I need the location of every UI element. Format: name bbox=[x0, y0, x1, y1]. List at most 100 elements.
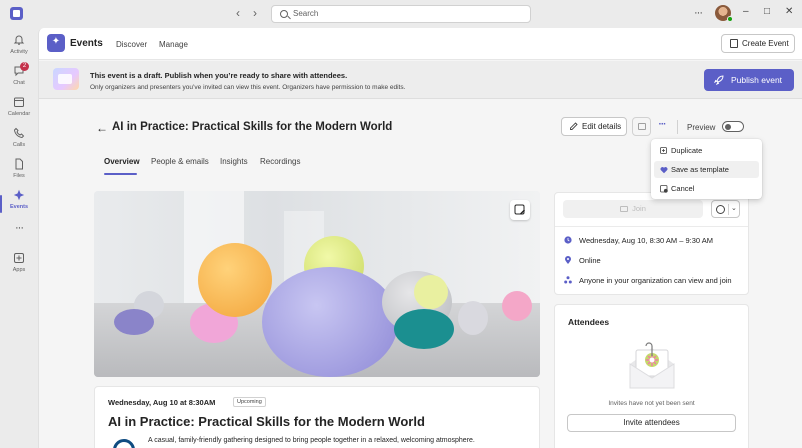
tab-insights[interactable]: Insights bbox=[220, 157, 248, 166]
status-badge: Upcoming bbox=[233, 397, 266, 407]
rail-item-calendar[interactable]: Calendar bbox=[0, 96, 38, 126]
change-image-button[interactable] bbox=[632, 117, 651, 136]
unread-badge: 2 bbox=[20, 62, 29, 71]
events-app-icon bbox=[47, 34, 65, 52]
app-title: Events bbox=[70, 38, 103, 49]
back-arrow-icon[interactable]: ← bbox=[96, 121, 108, 135]
preview-toggle[interactable] bbox=[722, 121, 744, 132]
app-rail: Activity 2 Chat Calendar Calls Files Eve… bbox=[0, 28, 38, 448]
event-card-title: AI in Practice: Practical Skills for the… bbox=[108, 414, 425, 429]
divider bbox=[677, 120, 678, 134]
settings-more-button[interactable]: ··· bbox=[694, 7, 703, 19]
close-button[interactable]: ✕ bbox=[785, 6, 793, 17]
menu-item-duplicate[interactable]: Duplicate bbox=[654, 142, 759, 159]
active-indicator bbox=[0, 195, 2, 213]
calendar-icon bbox=[14, 97, 24, 107]
tab-overview[interactable]: Overview bbox=[104, 157, 140, 166]
event-datetime: Wednesday, Aug 10, 8:30 AM – 9:30 AM bbox=[579, 236, 713, 245]
rail-label: Files bbox=[13, 173, 25, 179]
search-input[interactable]: Search bbox=[271, 5, 531, 23]
more-icon: ··· bbox=[15, 222, 24, 234]
duplicate-icon bbox=[660, 147, 667, 154]
rail-label: Activity bbox=[10, 49, 28, 55]
phone-icon bbox=[13, 127, 25, 139]
events-icon bbox=[13, 189, 25, 201]
hero-blob bbox=[414, 275, 448, 309]
menu-item-cancel[interactable]: Cancel bbox=[654, 180, 759, 197]
video-camera-icon bbox=[620, 206, 629, 212]
preview-label: Preview bbox=[687, 123, 716, 132]
rail-item-chat[interactable]: 2 Chat bbox=[0, 62, 38, 95]
create-event-button[interactable]: Create Event bbox=[721, 34, 795, 53]
edit-details-label: Edit details bbox=[582, 122, 622, 131]
rail-label: Chat bbox=[13, 80, 25, 86]
bell-icon bbox=[13, 35, 25, 45]
rail-label: Calendar bbox=[7, 111, 31, 117]
publish-label: Publish event bbox=[731, 75, 783, 85]
location-pin-icon bbox=[565, 256, 571, 264]
menu-item-save-as-template[interactable]: Save as template bbox=[654, 161, 759, 178]
rail-label: Events bbox=[9, 204, 29, 210]
event-visibility: Anyone in your organization can view and… bbox=[579, 276, 732, 285]
rail-item-apps[interactable]: Apps bbox=[0, 252, 38, 282]
search-placeholder: Search bbox=[293, 9, 319, 18]
more-options-button[interactable]: ··· bbox=[653, 117, 671, 136]
event-info-card: Join ⌄ Wednesday, Aug 10, 8:30 AM – 9:30… bbox=[554, 192, 749, 295]
apps-icon bbox=[14, 253, 24, 263]
publish-event-button[interactable]: Publish event bbox=[704, 69, 794, 91]
event-description: A casual, family-friendly gathering desi… bbox=[148, 437, 475, 444]
join-label: Join bbox=[632, 204, 646, 213]
rail-item-more[interactable]: ··· bbox=[0, 222, 38, 252]
tab-manage[interactable]: Manage bbox=[159, 40, 188, 49]
tab-discover[interactable]: Discover bbox=[116, 40, 147, 49]
event-summary-card: Wednesday, Aug 10 at 8:30AM Upcoming AI … bbox=[94, 386, 540, 448]
draft-banner: This event is a draft. Publish when you’… bbox=[39, 61, 802, 99]
event-hero-image bbox=[94, 191, 540, 377]
invite-attendees-button[interactable]: Invite attendees bbox=[567, 414, 736, 432]
rail-item-files[interactable]: Files bbox=[0, 158, 38, 188]
chevron-down-icon[interactable]: ⌄ bbox=[731, 204, 737, 212]
rail-item-calls[interactable]: Calls bbox=[0, 127, 38, 157]
event-location: Online bbox=[579, 256, 601, 265]
banner-subtitle: Only organizers and presenters you’ve in… bbox=[90, 84, 406, 91]
calendar-add-icon bbox=[730, 39, 738, 48]
clock-icon bbox=[564, 236, 572, 244]
event-chat-button[interactable]: ⌄ bbox=[711, 200, 740, 218]
join-button[interactable]: Join bbox=[563, 200, 703, 218]
rail-item-events[interactable]: Events bbox=[0, 189, 38, 219]
event-title: AI in Practice: Practical Skills for the… bbox=[112, 121, 393, 133]
rocket-icon bbox=[714, 75, 724, 85]
pencil-icon bbox=[570, 122, 578, 130]
rail-label: Calls bbox=[12, 142, 26, 148]
rail-item-activity[interactable]: Activity bbox=[0, 34, 38, 64]
title-bar: ‹ › Search ··· – □ ✕ bbox=[0, 0, 802, 28]
menu-item-label: Cancel bbox=[671, 184, 695, 193]
forward-nav-button[interactable]: › bbox=[253, 6, 257, 20]
maximize-button[interactable]: □ bbox=[764, 6, 770, 17]
rail-label: Apps bbox=[12, 267, 26, 273]
attendees-card: Attendees Invites have not yet been sent… bbox=[554, 304, 749, 448]
edit-image-button[interactable] bbox=[510, 200, 530, 220]
app-header: Events Discover Manage Create Event bbox=[39, 28, 802, 60]
image-edit-icon bbox=[514, 204, 525, 215]
create-event-label: Create Event bbox=[742, 39, 789, 48]
heart-icon bbox=[660, 167, 668, 174]
draft-illustration-icon bbox=[53, 68, 79, 90]
tab-recordings[interactable]: Recordings bbox=[260, 157, 300, 166]
edit-details-button[interactable]: Edit details bbox=[561, 117, 627, 136]
back-nav-button[interactable]: ‹ bbox=[236, 6, 240, 20]
teams-logo-icon bbox=[10, 7, 23, 20]
events-app: Events Discover Manage Create Event This… bbox=[38, 28, 802, 448]
hero-blob bbox=[198, 243, 272, 317]
minimize-button[interactable]: – bbox=[743, 6, 749, 17]
search-icon bbox=[280, 10, 288, 18]
tab-people-emails[interactable]: People & emails bbox=[151, 157, 209, 166]
menu-item-label: Duplicate bbox=[671, 146, 703, 155]
image-icon bbox=[638, 123, 646, 130]
more-options-menu: Duplicate Save as template Cancel bbox=[651, 139, 762, 199]
banner-title: This event is a draft. Publish when you’… bbox=[90, 71, 348, 80]
calendar-cancel-icon bbox=[660, 185, 668, 193]
no-invites-text: Invites have not yet been sent bbox=[608, 400, 695, 407]
event-date: Wednesday, Aug 10 at 8:30AM bbox=[108, 398, 216, 407]
attendees-title: Attendees bbox=[568, 317, 610, 327]
